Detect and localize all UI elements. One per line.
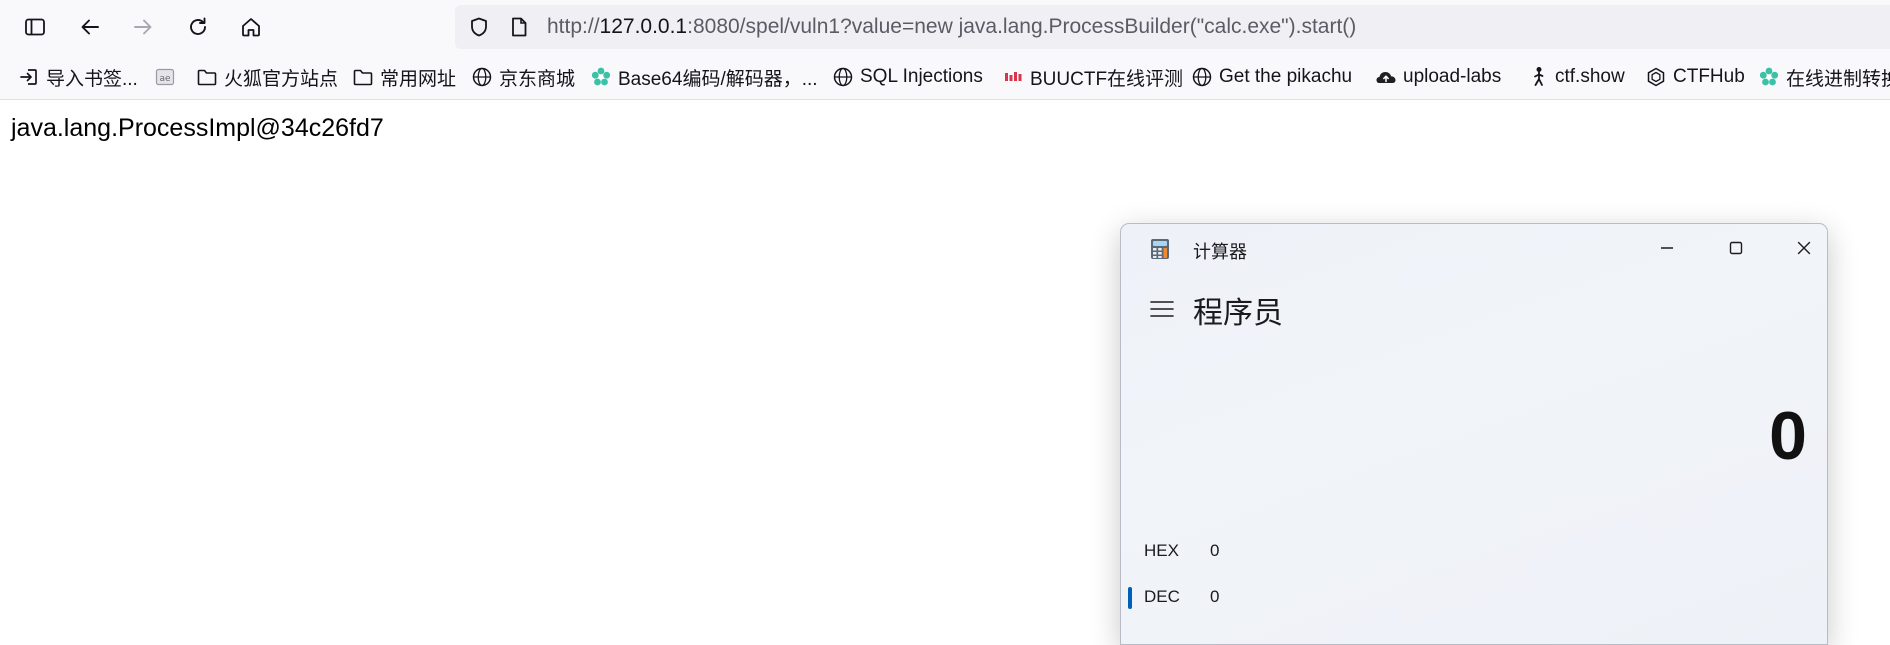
bookmark-label: 导入书签... (46, 68, 138, 90)
bookmarks-bar: 导入书签... ae 火狐官方站点 常用网址 京东商城 Base64编码/解码器… (0, 54, 1890, 100)
ctfhub-icon (1645, 66, 1667, 88)
calculator-titlebar[interactable]: 计算器 (1121, 224, 1827, 270)
bookmark-reading-list[interactable]: ae (154, 64, 182, 90)
bookmark-label: BUUCTF在线评测 (1030, 68, 1184, 90)
bookmark-label: SQL Injections (860, 66, 983, 87)
bookmark-label: 常用网址 (380, 68, 457, 90)
gear-flower-icon (1758, 66, 1780, 88)
globe-icon (471, 66, 493, 88)
page-icon[interactable] (508, 16, 530, 38)
back-button[interactable] (72, 9, 108, 45)
folder-icon (352, 66, 374, 88)
reload-button[interactable] (180, 9, 216, 45)
radix-value: 0 (1210, 587, 1220, 606)
minimize-button[interactable] (1644, 232, 1690, 264)
maximize-icon (1729, 241, 1743, 255)
import-icon (18, 66, 40, 88)
bookmark-upload-labs[interactable]: upload-labs (1375, 64, 1501, 90)
gear-flower-icon (590, 66, 612, 88)
bookmark-base64[interactable]: Base64编码/解码器，... (590, 64, 818, 90)
forward-button[interactable] (125, 9, 161, 45)
browser-toolbar: http://127.0.0.1:8080/spel/vuln1?value=n… (0, 0, 1890, 54)
bookmark-label: 京东商城 (499, 68, 576, 90)
bookmark-ctfhub[interactable]: CTFHub (1645, 64, 1745, 90)
page-output-text: java.lang.ProcessImpl@34c26fd7 (11, 114, 384, 142)
selected-radix-indicator (1128, 587, 1132, 609)
bookmark-label: ctf.show (1555, 66, 1625, 87)
calculator-icon (1151, 239, 1169, 259)
reload-icon (190, 17, 206, 35)
ctfshow-icon (1527, 66, 1549, 88)
bookmark-label: 在线进制转换 (1786, 68, 1890, 90)
radix-label: DEC (1144, 587, 1180, 606)
calculator-mode-title: 程序员 (1193, 297, 1283, 330)
bookmark-pikachu[interactable]: Get the pikachu (1191, 64, 1352, 90)
bookmark-label: CTFHub (1673, 66, 1745, 87)
radix-label: HEX (1144, 541, 1179, 560)
shield-icon[interactable] (468, 16, 490, 38)
sidebar-icon (25, 18, 45, 36)
arrow-left-icon (81, 19, 99, 35)
bookmark-ctfshow[interactable]: ctf.show (1527, 64, 1625, 90)
reading-list-icon: ae (154, 66, 176, 88)
globe-icon (1191, 66, 1213, 88)
bookmark-firefox-sites[interactable]: 火狐官方站点 (196, 64, 338, 90)
bookmark-common-sites[interactable]: 常用网址 (352, 64, 456, 90)
bookmark-sql-injections[interactable]: SQL Injections (832, 64, 983, 90)
bookmark-label: Get the pikachu (1219, 66, 1353, 87)
url-host: 127.0.0.1 (599, 15, 688, 38)
url-scheme: http:// (547, 15, 600, 38)
sidebar-toggle-button[interactable] (17, 9, 53, 45)
bookmark-label: Base64编码/解码器，... (618, 68, 818, 90)
calculator-display: 0 (1769, 398, 1807, 474)
calculator-window-title: 计算器 (1193, 242, 1247, 262)
svg-text:ae: ae (159, 74, 171, 84)
folder-icon (196, 66, 218, 88)
bookmark-base-convert[interactable]: 在线进制转换 (1758, 64, 1890, 90)
home-button[interactable] (233, 9, 269, 45)
bookmark-label: upload-labs (1403, 66, 1502, 87)
close-button[interactable] (1781, 232, 1827, 264)
minimize-icon (1661, 247, 1673, 249)
maximize-button[interactable] (1713, 232, 1759, 264)
arrow-right-icon (134, 19, 152, 35)
hamburger-icon (1150, 301, 1174, 317)
bookmark-import[interactable]: 导入书签... (18, 64, 138, 90)
bookmark-label: 火狐官方站点 (224, 68, 339, 90)
bookmark-jd[interactable]: 京东商城 (471, 64, 575, 90)
radix-row-hex[interactable]: HEX 0 (1121, 535, 1827, 569)
navigation-menu-button[interactable] (1144, 294, 1180, 324)
bookmark-buuctf[interactable]: BUUCTF在线评测 (1002, 64, 1183, 90)
radix-value: 0 (1210, 541, 1220, 560)
buuctf-icon (1002, 66, 1024, 88)
radix-row-dec[interactable]: DEC 0 (1121, 581, 1827, 615)
home-icon (242, 18, 260, 37)
upload-icon (1375, 66, 1397, 88)
globe-icon (832, 66, 854, 88)
url-path: :8080/spel/vuln1?value=new java.lang.Pro… (687, 15, 1357, 38)
url-text[interactable]: http://127.0.0.1:8080/spel/vuln1?value=n… (547, 16, 1356, 38)
close-icon (1797, 241, 1811, 255)
url-bar[interactable]: http://127.0.0.1:8080/spel/vuln1?value=n… (455, 5, 1890, 49)
calculator-window: 计算器 程序员 0 HEX 0 DEC 0 (1120, 223, 1828, 645)
